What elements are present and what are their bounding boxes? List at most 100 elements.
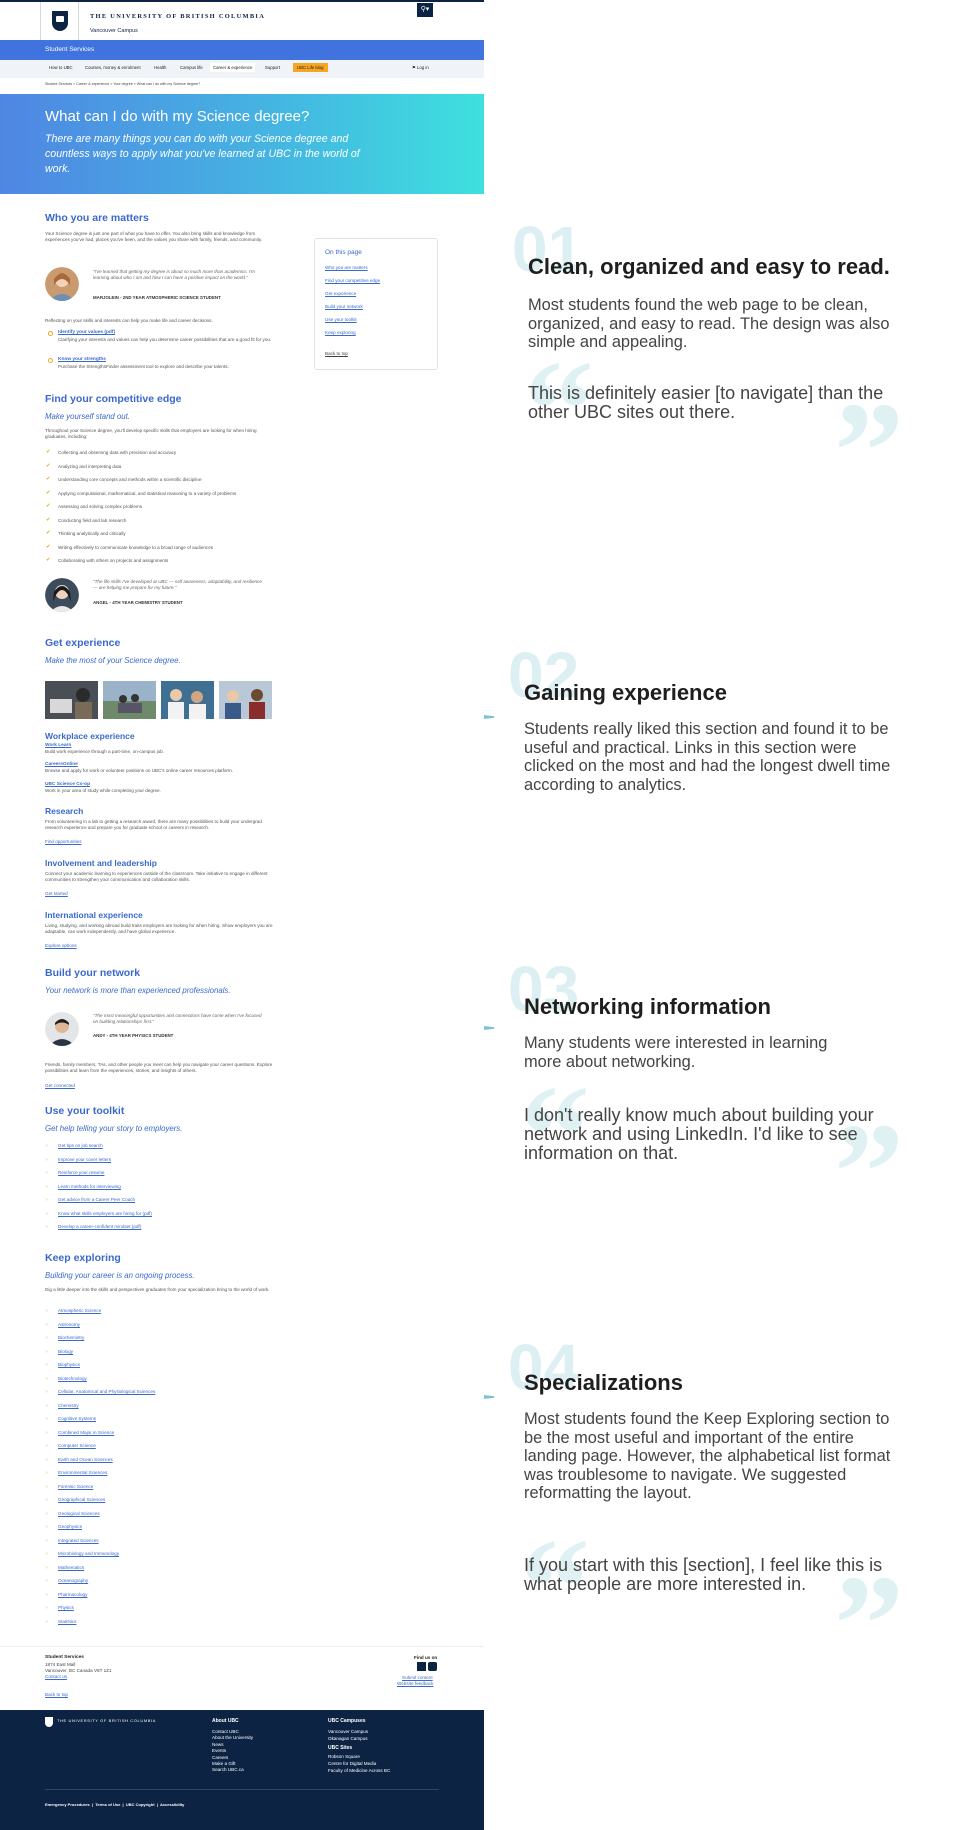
toc-link[interactable]: Who you are matters xyxy=(325,265,368,270)
lightbulb-icon xyxy=(48,331,53,336)
back-to-top-link[interactable]: Back to top xyxy=(325,351,348,356)
reflect-text: Reflecting on your skills and interests … xyxy=(45,318,213,323)
chevron-right-icon: › xyxy=(46,1308,48,1314)
unit-name[interactable]: Student Services xyxy=(45,46,94,53)
specialization-link[interactable]: Pharmacology xyxy=(58,1592,87,1597)
specialization-link[interactable]: Physics xyxy=(58,1605,74,1610)
specialization-link[interactable]: Combined Major in Science xyxy=(58,1430,114,1435)
sites-title: UBC Sites xyxy=(328,1745,353,1751)
chevron-right-icon: › xyxy=(46,1224,48,1230)
specialization-link[interactable]: Chemistry xyxy=(58,1403,79,1408)
specialization-link[interactable]: Oceanography xyxy=(58,1578,88,1583)
nav-how-to-ubc[interactable]: How to UBC xyxy=(49,65,73,70)
specialization-link[interactable]: Biotechnology xyxy=(58,1376,87,1381)
campus-name[interactable]: Vancouver Campus xyxy=(90,28,138,34)
toc-link[interactable]: Get experience xyxy=(325,291,356,296)
toolkit-link[interactable]: Know what skills employers are hiring fo… xyxy=(58,1211,152,1216)
toolkit-link[interactable]: Get tips on job search xyxy=(58,1143,103,1148)
twitter-icon[interactable] xyxy=(417,1662,426,1671)
site-link[interactable]: Faculty of Medicine Across BC xyxy=(328,1768,390,1775)
nav-support[interactable]: Support xyxy=(265,65,280,70)
coop-text: Work in your area of study while complet… xyxy=(45,788,161,793)
work-learn-link[interactable]: Work Learn xyxy=(45,743,71,748)
ubc-crest-logo[interactable] xyxy=(52,11,68,31)
specialization-link[interactable]: Earth and Ocean Sciences xyxy=(58,1457,113,1462)
chevron-right-icon: › xyxy=(46,1402,48,1409)
network-link[interactable]: Get connected xyxy=(45,1083,75,1088)
specialization-link[interactable]: Environmental Sciences xyxy=(58,1470,107,1475)
check-icon: ✔ xyxy=(46,489,51,496)
toc-link[interactable]: Keep exploring xyxy=(325,330,356,335)
chevron-right-icon: › xyxy=(46,1564,48,1571)
login-link[interactable]: ⚑ Log in xyxy=(412,65,429,71)
skill-item: Analyzing and interpreting data xyxy=(58,463,122,469)
university-name[interactable]: THE UNIVERSITY OF BRITISH COLUMBIA xyxy=(90,13,265,20)
careersonline-text: Browse and apply for work or volunteer p… xyxy=(45,768,234,773)
edge-intro: Throughout your Science degree, you'll d… xyxy=(45,428,257,440)
specialization-link[interactable]: Mathematics xyxy=(58,1565,84,1570)
toc-link[interactable]: Find your competitive edge xyxy=(325,278,380,283)
breadcrumb[interactable]: Student Services > Career & experience >… xyxy=(45,82,200,86)
on-this-page-title: On this page xyxy=(325,249,362,256)
search-button[interactable]: ⚲▾ xyxy=(417,3,433,17)
footer-university-name[interactable]: THE UNIVERSITY OF BRITISH COLUMBIA xyxy=(57,1718,156,1725)
chevron-right-icon: › xyxy=(46,1389,48,1395)
chevron-right-icon: › xyxy=(46,1443,48,1449)
specialization-link[interactable]: Integrated Sciences xyxy=(58,1538,99,1543)
toc-link[interactable]: Build your network xyxy=(325,304,363,309)
specialization-link[interactable]: Biology xyxy=(58,1349,73,1354)
footer-contact-link[interactable]: Contact us xyxy=(45,1674,67,1681)
toolkit-link[interactable]: Reinforce your resume xyxy=(58,1170,104,1175)
nav-career-experience[interactable]: Career & experience xyxy=(210,63,256,72)
research-link[interactable]: Find opportunities xyxy=(45,839,82,844)
involvement-link[interactable]: Get started xyxy=(45,891,68,896)
specialization-link[interactable]: Geological Sciences xyxy=(58,1511,100,1516)
specialization-link[interactable]: Biochemistry xyxy=(58,1335,84,1340)
specialization-link[interactable]: Statistics xyxy=(58,1619,76,1624)
photo-lab-coats xyxy=(161,681,214,719)
edge-subtitle: Make yourself stand out. xyxy=(45,412,130,421)
about-link[interactable]: Search UBC.ca xyxy=(212,1767,244,1774)
toolkit-link[interactable]: Learn methods for interviewing xyxy=(58,1184,121,1189)
coop-link[interactable]: UBC Science Co-op xyxy=(45,782,90,787)
nav-health[interactable]: Health xyxy=(154,65,166,70)
network-text: Friends, family members, TAs, and other … xyxy=(45,1062,273,1074)
specialization-link[interactable]: Microbiology and Immunology xyxy=(58,1551,119,1556)
specialization-link[interactable]: Forensic Science xyxy=(58,1484,93,1489)
campus-link[interactable]: Vancouver Campus xyxy=(328,1729,368,1736)
footer-back-to-top[interactable]: Back to top xyxy=(45,1692,68,1699)
specialization-link[interactable]: Geophysics xyxy=(58,1524,82,1529)
instagram-icon[interactable] xyxy=(428,1662,437,1671)
specialization-link[interactable]: Cellular, Anatomical and Physiological S… xyxy=(58,1389,155,1394)
section-who-title: Who you are matters xyxy=(45,212,149,224)
site-link[interactable]: Centre for Digital Media xyxy=(328,1761,376,1768)
values-link[interactable]: Identify your values (pdf) xyxy=(58,330,115,335)
ubc-crest-logo[interactable] xyxy=(45,1717,53,1727)
strengths-link[interactable]: Know your strengths xyxy=(58,357,106,362)
toolkit-link[interactable]: Develop a career-confident mindset (pdf) xyxy=(58,1224,141,1229)
section-experience-title: Get experience xyxy=(45,637,121,649)
chevron-right-icon: › xyxy=(46,1497,48,1503)
photo-study-group xyxy=(219,681,272,719)
campus-link[interactable]: Okanagan Campus xyxy=(328,1736,368,1743)
careersonline-link[interactable]: CareersOnline xyxy=(45,762,78,767)
site-link[interactable]: Robson Square xyxy=(328,1754,360,1761)
toc-link[interactable]: Use your toolkit xyxy=(325,317,357,322)
specialization-link[interactable]: Geographical Sciences xyxy=(58,1497,105,1502)
specialization-link[interactable]: Astronomy xyxy=(58,1322,80,1327)
nav-ubc-life-blog[interactable]: UBC Life blog xyxy=(293,63,328,72)
nav-courses[interactable]: Courses, money & enrolment xyxy=(85,65,141,70)
specialization-link[interactable]: Cognitive Systems xyxy=(58,1416,96,1421)
international-link[interactable]: Explore options xyxy=(45,943,77,948)
bracket-experience xyxy=(484,715,495,719)
toolkit-link[interactable]: Get advice from a Career Peer Coach xyxy=(58,1197,135,1202)
legal-links[interactable]: Emergency Procedures | Terms of Use | UB… xyxy=(45,1802,184,1809)
specialization-link[interactable]: Atmospheric Science xyxy=(58,1308,101,1313)
skill-item: Applying computational, mathematical, an… xyxy=(58,490,237,496)
toolkit-link[interactable]: Improve your cover letters xyxy=(58,1157,111,1162)
specialization-link[interactable]: Computer Science xyxy=(58,1443,96,1448)
specialization-link[interactable]: Biophysics xyxy=(58,1362,80,1367)
lightbulb-icon xyxy=(48,358,53,363)
nav-campus-life[interactable]: Campus life xyxy=(180,65,203,70)
website-feedback-link[interactable]: Website feedback xyxy=(397,1681,433,1688)
